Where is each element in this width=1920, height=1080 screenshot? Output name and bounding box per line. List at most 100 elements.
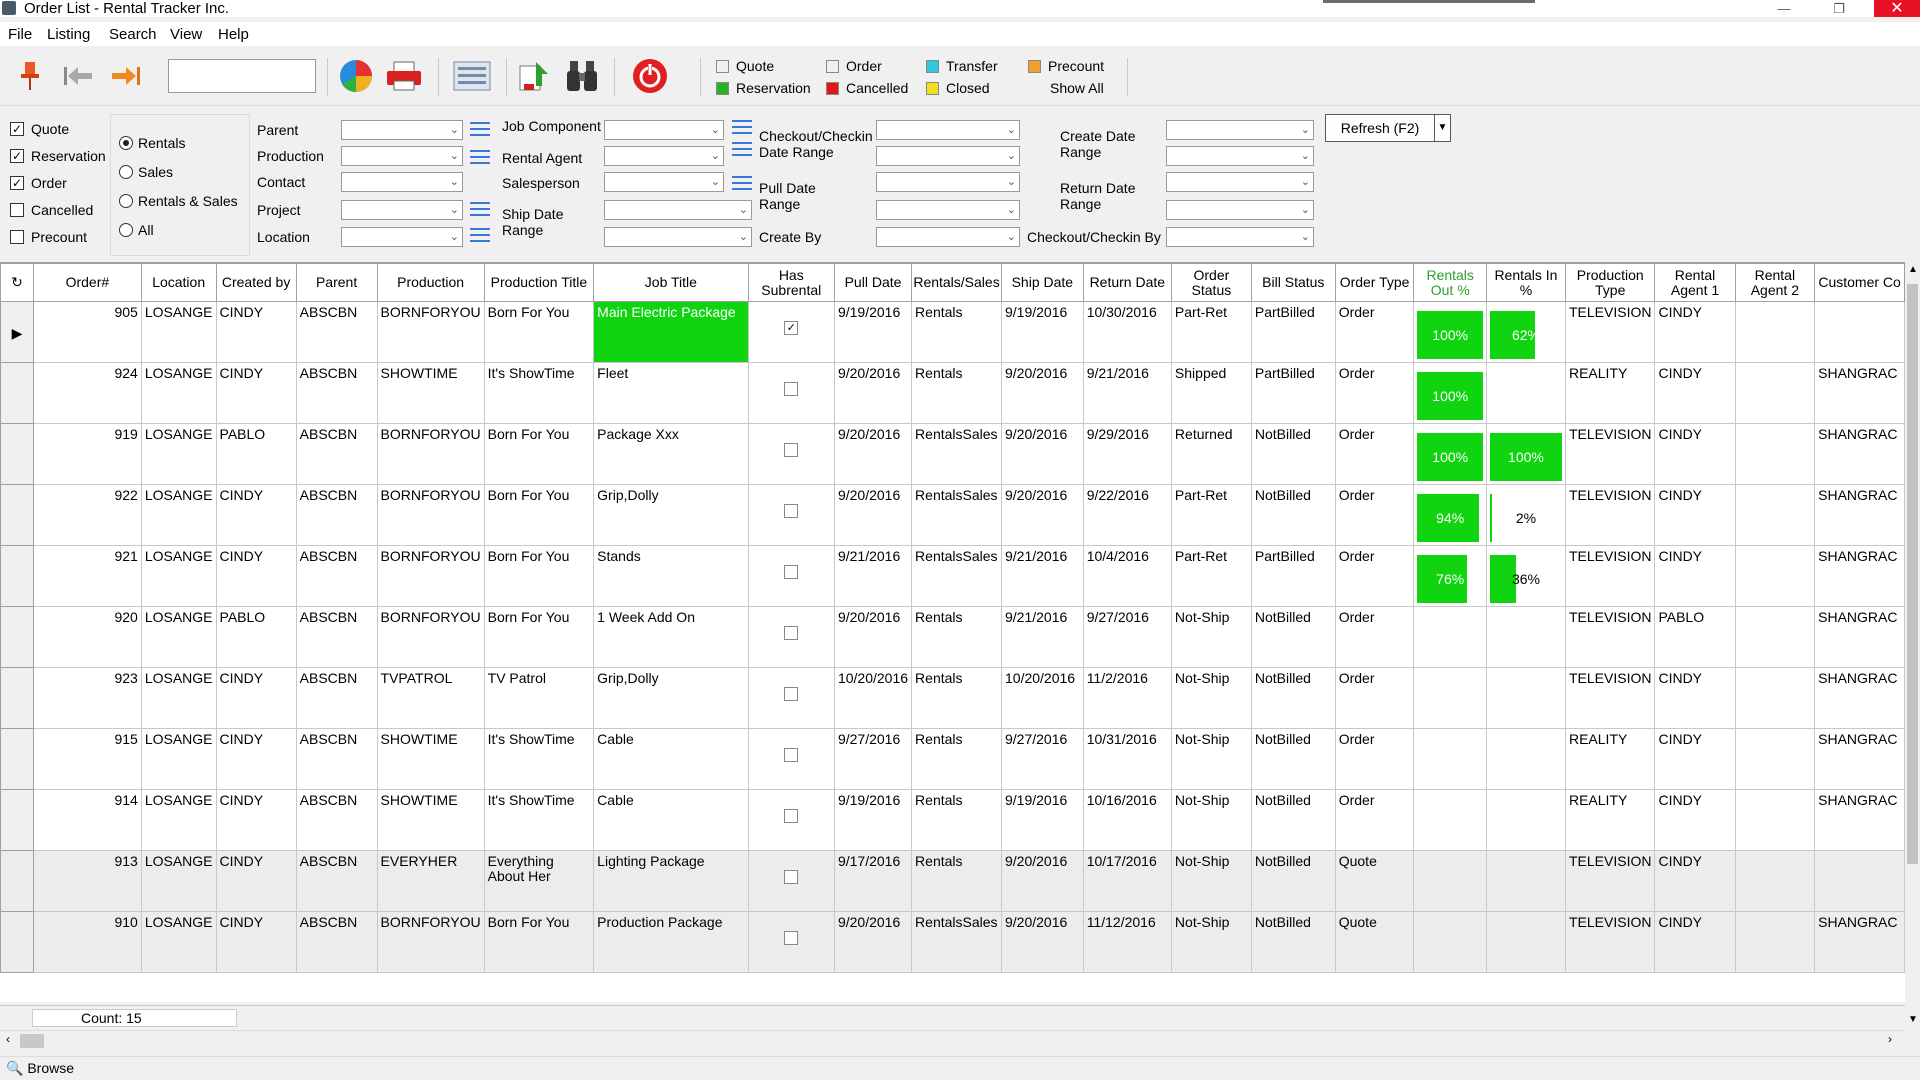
cell-location[interactable]: LOSANGE (140, 301, 217, 363)
cell-order[interactable]: 905 (32, 301, 142, 363)
scroll-left-icon[interactable]: ‹ (6, 1032, 10, 1046)
rental-agent-list-icon[interactable] (470, 148, 490, 166)
checkout-range-list-icon[interactable] (732, 118, 752, 136)
cell-pull[interactable]: 9/21/2016 (833, 545, 913, 607)
row-selector[interactable] (0, 850, 34, 912)
has-subrental-checkbox[interactable]: ✓ (784, 321, 799, 335)
cell-agent2[interactable] (1734, 667, 1816, 729)
cell-pull[interactable]: 9/27/2016 (833, 728, 913, 790)
cell-status[interactable]: Not-Ship (1170, 606, 1252, 668)
cell-agent1[interactable]: CINDY (1654, 423, 1736, 485)
menu-listing[interactable]: Listing (47, 26, 90, 43)
pull-date-from-dropdown[interactable]: ⌄ (876, 172, 1020, 192)
column-header[interactable]: Production (376, 263, 485, 302)
row-selector[interactable] (0, 423, 34, 485)
cell-pull[interactable]: 9/20/2016 (833, 423, 913, 485)
pull-date-list-icon[interactable] (732, 174, 752, 192)
cell-ptype[interactable]: REALITY (1564, 362, 1656, 424)
refresh-options-dropdown[interactable]: ▼ (1435, 114, 1451, 142)
cancelled-checkbox[interactable] (10, 203, 24, 217)
cell-out-pct[interactable]: 100% (1413, 423, 1487, 485)
checkout-from-dropdown[interactable]: ⌄ (876, 120, 1020, 140)
binoculars-icon[interactable] (562, 56, 602, 96)
cell-rs[interactable]: Rentals (911, 728, 1002, 790)
cell-pull[interactable]: 9/20/2016 (833, 362, 913, 424)
cell-job-title[interactable]: 1 Week Add On (593, 606, 749, 668)
cell-production[interactable]: SHOWTIME (376, 362, 485, 424)
cell-status[interactable]: Part-Ret (1170, 484, 1252, 546)
column-header[interactable]: Pull Date (833, 263, 913, 302)
cell-ret[interactable]: 9/27/2016 (1082, 606, 1172, 668)
cell-agent1[interactable]: CINDY (1654, 850, 1736, 912)
cell-location[interactable]: LOSANGE (140, 850, 217, 912)
cell-production[interactable]: BORNFORYOU (376, 911, 485, 973)
cell-ptype[interactable]: REALITY (1564, 789, 1656, 851)
sales-radio[interactable] (119, 165, 133, 179)
cell-type[interactable]: Order (1334, 606, 1415, 668)
cell-ptype[interactable]: TELEVISION (1564, 667, 1656, 729)
cell-job-title[interactable]: Grip,Dolly (593, 484, 749, 546)
cell-prod-title[interactable]: Born For You (483, 484, 595, 546)
cell-out-pct[interactable] (1413, 606, 1487, 668)
project-dropdown[interactable]: ⌄ (341, 200, 463, 220)
cell-agent1[interactable]: CINDY (1654, 362, 1736, 424)
cell-bill[interactable]: NotBilled (1250, 850, 1336, 912)
cell-status[interactable]: Shipped (1170, 362, 1252, 424)
cell-agent2[interactable] (1734, 423, 1816, 485)
cell-type[interactable]: Order (1334, 423, 1415, 485)
create-date-to-dropdown[interactable]: ⌄ (1166, 146, 1314, 166)
cell-status[interactable]: Not-Ship (1170, 667, 1252, 729)
column-header[interactable]: Customer Co (1814, 263, 1905, 302)
cell-ret[interactable]: 9/21/2016 (1082, 362, 1172, 424)
cell-status[interactable]: Not-Ship (1170, 728, 1252, 790)
cell-customer[interactable]: SHANGRAC (1814, 606, 1905, 668)
cell-ptype[interactable]: TELEVISION (1564, 545, 1656, 607)
cell-parent[interactable]: ABSCBN (295, 850, 378, 912)
vertical-scroll-thumb[interactable] (1907, 284, 1918, 864)
refresh-button[interactable]: Refresh (F2) (1325, 114, 1435, 142)
ship-date-list-icon[interactable] (470, 200, 490, 218)
cell-bill[interactable]: PartBilled (1250, 545, 1336, 607)
return-date-from-dropdown[interactable]: ⌄ (1166, 172, 1314, 192)
menu-view[interactable]: View (170, 26, 202, 43)
column-header[interactable]: Rental Agent 2 (1734, 263, 1816, 302)
rentals-radio[interactable] (119, 136, 133, 150)
cell-status[interactable]: Part-Ret (1170, 545, 1252, 607)
restore-button[interactable]: ❐ (1816, 0, 1862, 17)
column-header[interactable]: Job Title (593, 263, 749, 302)
cell-order[interactable]: 922 (32, 484, 142, 546)
cell-prod-title[interactable]: It's ShowTime (483, 728, 595, 790)
list-view-icon[interactable] (452, 56, 492, 96)
cell-rs[interactable]: Rentals (911, 667, 1002, 729)
cell-has-sub[interactable] (747, 484, 835, 546)
column-header[interactable]: Rentals In % (1485, 263, 1566, 302)
cell-customer[interactable] (1814, 301, 1905, 363)
column-header[interactable]: Order Status (1170, 263, 1252, 302)
table-row[interactable]: 921 LOSANGE CINDY ABSCBN BORNFORYOU Born For … (0, 545, 1905, 607)
cell-ret[interactable]: 10/4/2016 (1082, 545, 1172, 607)
cell-production[interactable]: SHOWTIME (376, 789, 485, 851)
cell-location[interactable]: LOSANGE (140, 423, 217, 485)
salesperson-dropdown[interactable]: ⌄ (604, 172, 724, 192)
cell-out-pct[interactable]: 100% (1413, 301, 1487, 363)
cell-created-by[interactable]: PABLO (215, 423, 297, 485)
cell-created-by[interactable]: CINDY (215, 545, 297, 607)
cell-ret[interactable]: 10/31/2016 (1082, 728, 1172, 790)
cell-agent1[interactable]: CINDY (1654, 545, 1736, 607)
pin-icon[interactable] (10, 56, 50, 96)
cell-type[interactable]: Quote (1334, 850, 1415, 912)
ship-date-range-list-icon[interactable] (470, 226, 490, 244)
row-selector[interactable] (0, 911, 34, 973)
cell-agent2[interactable] (1734, 362, 1816, 424)
cell-customer[interactable]: SHANGRAC (1814, 545, 1905, 607)
cell-order[interactable]: 913 (32, 850, 142, 912)
cell-status[interactable]: Not-Ship (1170, 911, 1252, 973)
cell-customer[interactable]: SHANGRAC (1814, 728, 1905, 790)
cell-out-pct[interactable] (1413, 850, 1487, 912)
cell-job-title[interactable]: Fleet (593, 362, 749, 424)
cell-bill[interactable]: PartBilled (1250, 362, 1336, 424)
column-header[interactable]: Production Type (1564, 263, 1656, 302)
cell-rs[interactable]: Rentals (911, 850, 1002, 912)
cell-ship[interactable]: 9/20/2016 (1001, 484, 1084, 546)
cell-status[interactable]: Not-Ship (1170, 850, 1252, 912)
